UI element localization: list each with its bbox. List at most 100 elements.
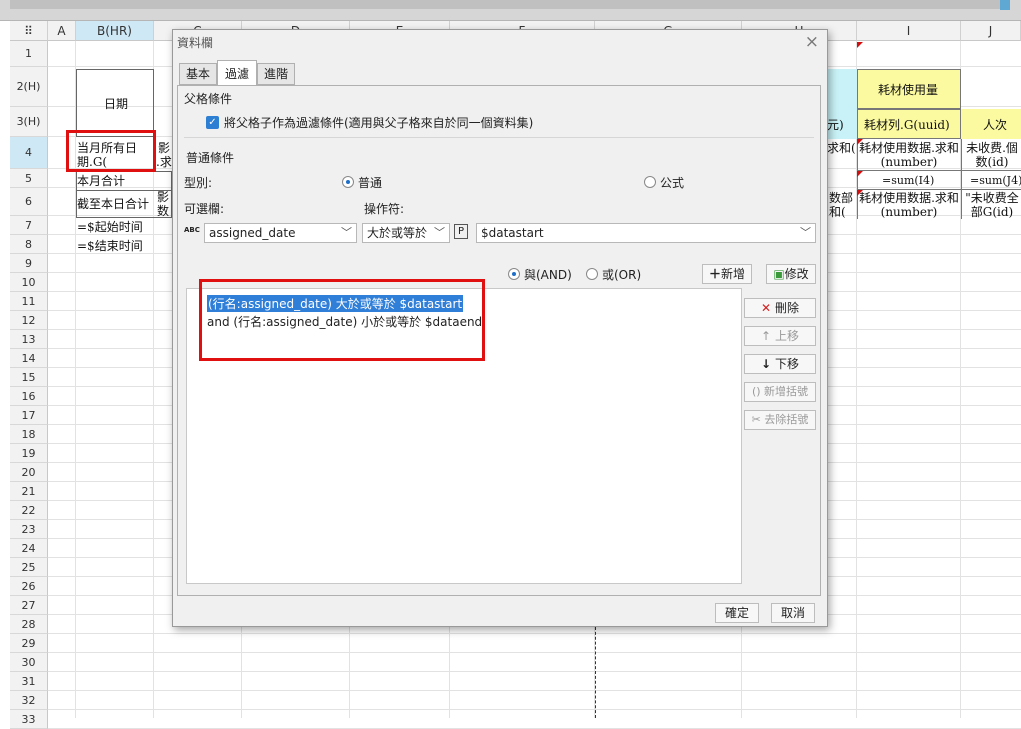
cell-consumable-usage[interactable]: 耗材使用量 [878,83,938,97]
cell-c4-frag[interactable]: 影 [158,141,172,155]
grid-row-line [48,633,1021,634]
arrow-down-icon: ↓ [761,357,772,371]
cell-h3-frag[interactable]: 元) [827,118,844,132]
row-header[interactable]: 33 [10,710,48,729]
row-header[interactable]: 3(H) [10,107,48,137]
cancel-button[interactable]: 取消 [771,603,815,623]
tab-filter[interactable]: 過濾 [217,60,257,86]
cell-start-time[interactable]: =$起始时间 [77,220,143,234]
cell-h4-frag[interactable]: 求和( [827,141,856,155]
filter-panel: 父格條件 ✓ 將父格子作為過濾條件(適用與父子格來自於同一個資料集) 普通條件 … [177,85,821,596]
toolbar-strip [0,0,1021,21]
column-header-i[interactable]: I [857,21,961,41]
x-icon: ✕ [761,301,772,315]
grid-row-line [48,709,1021,710]
cell-h6-frag[interactable]: 数部 和( [829,191,857,219]
divider [184,137,814,138]
column-header-b[interactable]: B(HR) [76,21,154,41]
cell-end-time[interactable]: =$结束时间 [77,239,143,253]
highlight-box-conditions [199,279,485,361]
comment-marker [857,190,863,196]
row-header[interactable]: 7 [10,216,48,235]
tab-advanced[interactable]: 進階 [257,63,295,85]
logic-and-radio[interactable] [508,268,520,280]
comment-marker [857,171,863,177]
column-header-j[interactable]: J [961,21,1021,41]
row-header[interactable]: 29 [10,634,48,653]
logic-or-radio[interactable] [586,268,598,280]
grid-row-line [48,690,1021,691]
row-header[interactable]: 1 [10,41,48,67]
close-icon[interactable]: × [805,32,819,52]
type-normal-radio[interactable] [342,176,354,188]
chevron-down-icon: ﹀ [434,226,445,239]
row-header[interactable]: 8 [10,235,48,254]
cell-row5-border [76,171,172,191]
parameter-icon[interactable]: P [454,224,468,239]
move-up-button[interactable]: ↑ 上移 [744,326,816,346]
plus-icon: ＋ [708,267,721,281]
logic-and-label: 與(AND) [524,268,572,282]
column-header-a[interactable]: A [48,21,76,41]
row-header[interactable]: 18 [10,425,48,444]
cell-row6-line [857,189,1021,190]
value-select[interactable]: $datastart ﹀ [476,223,816,243]
row-header[interactable]: 23 [10,520,48,539]
row-header[interactable]: 24 [10,539,48,558]
row-header[interactable]: 22 [10,501,48,520]
row-header[interactable]: 4 [10,137,48,169]
select-all-corner[interactable]: ⠿ [10,21,48,41]
row-header[interactable]: 12 [10,311,48,330]
row-header[interactable]: 13 [10,330,48,349]
tab-basic[interactable]: 基本 [179,63,217,85]
row-header[interactable]: 14 [10,349,48,368]
abc-icon: ABC [184,226,200,234]
arrow-up-icon: ↑ [761,329,772,343]
cell-consumable-col[interactable]: 耗材列.G(uuid) [864,118,950,132]
logic-or-label: 或(OR) [602,268,642,282]
condition-list[interactable]: (行名:assigned_date) 大於或等於 $datastart and … [186,279,742,584]
type-formula-label: 公式 [660,176,685,190]
row-header[interactable]: 11 [10,292,48,311]
bracket-icon: () [751,385,761,398]
add-condition-button[interactable]: ＋新增 [702,264,752,284]
ok-button[interactable]: 確定 [715,603,759,623]
add-bracket-button[interactable]: () 新增括號 [744,382,816,402]
row-header[interactable]: 17 [10,406,48,425]
row-header[interactable]: 30 [10,653,48,672]
row-header[interactable]: 2(H) [10,67,48,107]
modify-condition-button[interactable]: ▣修改 [766,264,816,284]
row-header[interactable]: 19 [10,444,48,463]
move-down-button[interactable]: ↓ 下移 [744,354,816,374]
horizontal-scrollbar[interactable] [10,0,1008,9]
parent-filter-checkbox[interactable]: ✓ [206,116,219,129]
row-header[interactable]: 21 [10,482,48,501]
selectable-column-label: 可選欄: [184,202,225,216]
cell-c4-frag2[interactable]: .求 [156,155,172,169]
grid-row-line [48,671,1021,672]
row-header[interactable]: 15 [10,368,48,387]
operator-select[interactable]: 大於或等於 ﹀ [362,223,450,243]
row-header[interactable]: 5 [10,169,48,188]
row-header[interactable]: 9 [10,254,48,273]
row-header[interactable]: 6 [10,188,48,216]
row-header[interactable]: 31 [10,672,48,691]
page-break-line [595,627,596,718]
cell-row6-border [76,190,172,218]
delete-button[interactable]: ✕ 刪除 [744,298,816,318]
cell-headcount[interactable]: 人次 [983,118,1007,132]
operator-label: 操作符: [364,202,405,216]
row-header[interactable]: 27 [10,596,48,615]
row-header[interactable]: 28 [10,615,48,634]
cell-b2-border [76,69,154,137]
row-header[interactable]: 26 [10,577,48,596]
remove-bracket-button[interactable]: ✂ 去除括號 [744,410,816,430]
column-select[interactable]: assigned_date ﹀ [204,223,357,243]
row-header[interactable]: 25 [10,558,48,577]
row-header[interactable]: 10 [10,273,48,292]
type-formula-radio[interactable] [644,176,656,188]
data-column-dialog: 資料欄 × 基本 過濾 進階 父格條件 ✓ 將父格子作為過濾條件(適用與父子格來… [172,29,828,627]
row-header[interactable]: 20 [10,463,48,482]
row-header[interactable]: 16 [10,387,48,406]
row-header[interactable]: 32 [10,691,48,710]
